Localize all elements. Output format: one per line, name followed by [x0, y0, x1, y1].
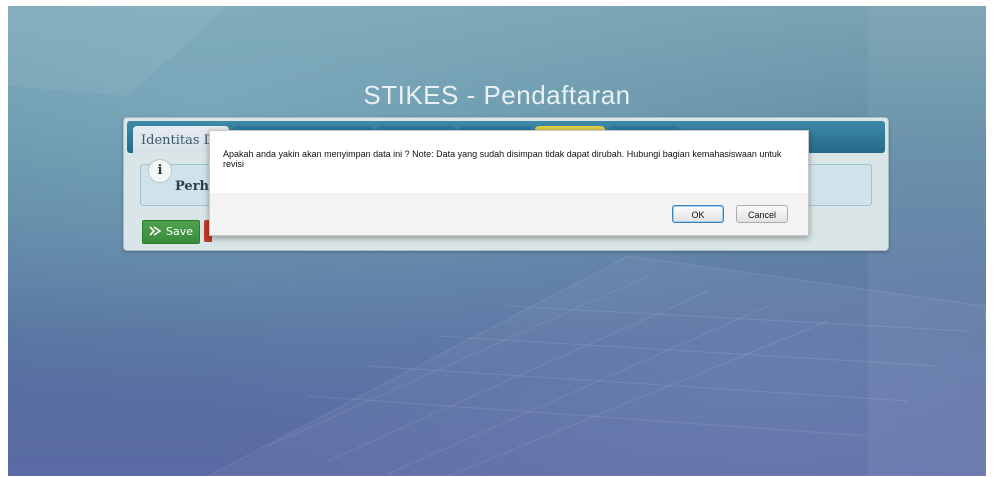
- save-button-label: Save: [166, 225, 194, 238]
- confirm-dialog: Apakah anda yakin akan menyimpan data in…: [209, 130, 809, 236]
- info-icon: i: [148, 159, 172, 183]
- page-background: STIKES - Pendaftaran Identitas Diri i Sa…: [8, 6, 986, 476]
- dialog-message: Apakah anda yakin akan menyimpan data in…: [223, 149, 782, 169]
- ok-button[interactable]: OK: [672, 205, 724, 223]
- dialog-body: Apakah anda yakin akan menyimpan data in…: [210, 131, 808, 193]
- cancel-button[interactable]: Cancel: [736, 205, 788, 223]
- save-icon: [149, 226, 161, 236]
- save-button[interactable]: Save: [142, 220, 201, 244]
- app-title: STIKES - Pendaftaran: [363, 80, 631, 110]
